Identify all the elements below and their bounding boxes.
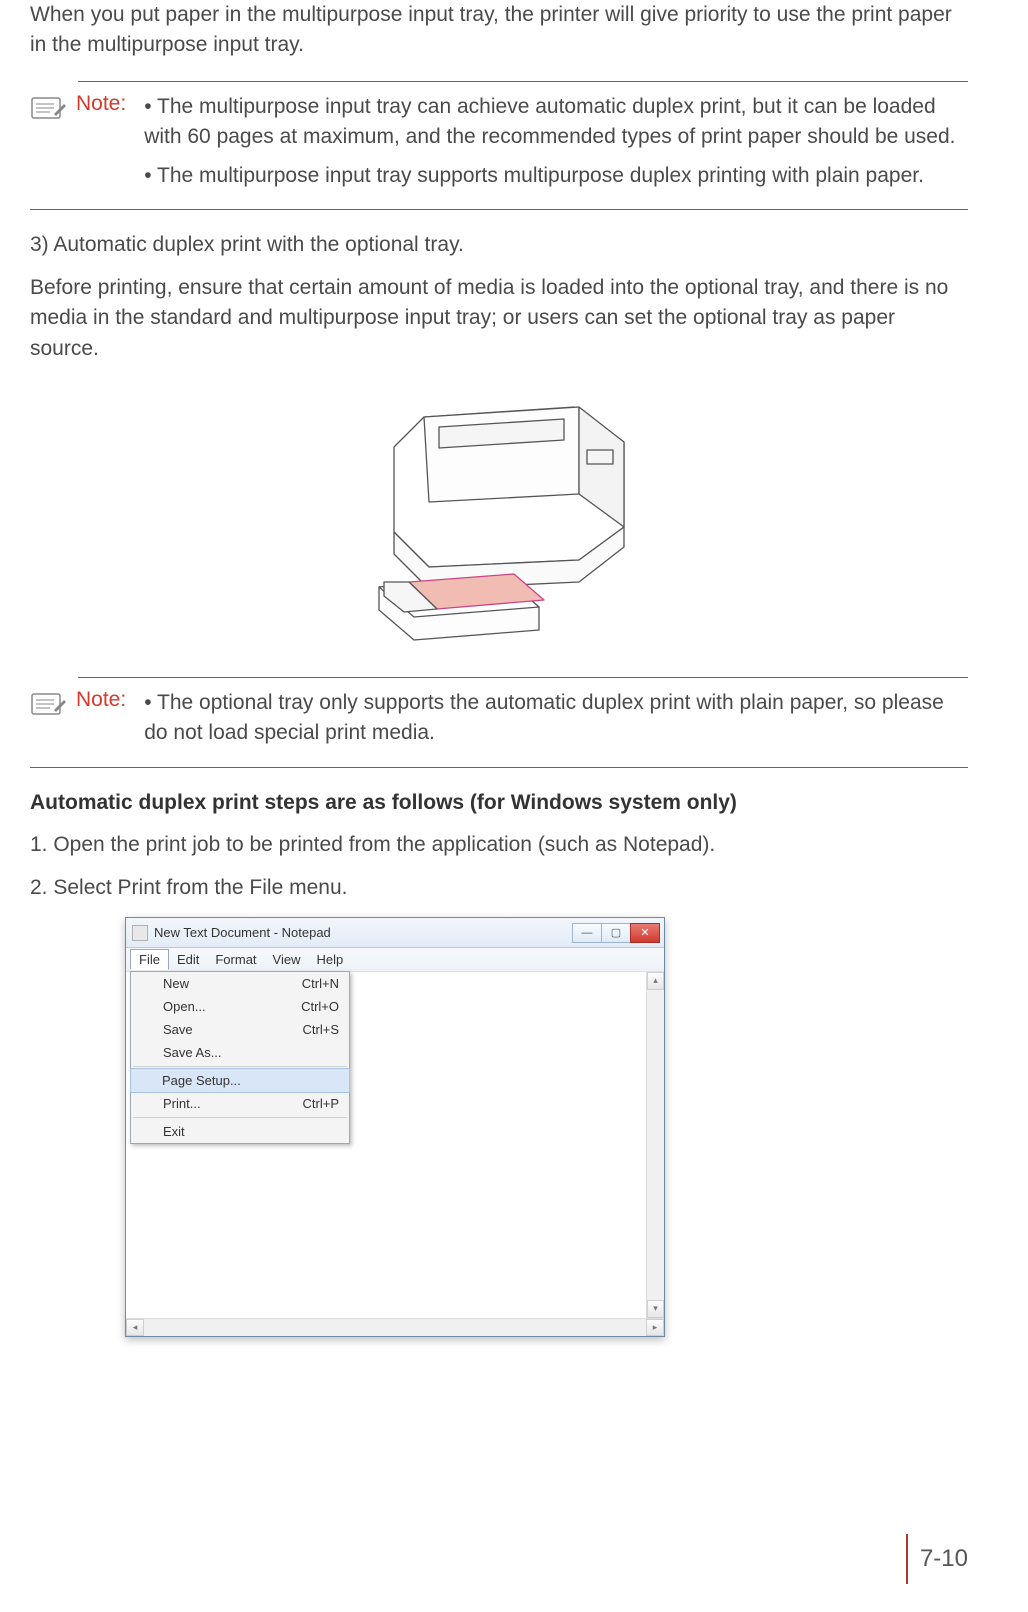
page-number: 7-10	[920, 1545, 968, 1573]
menu-separator	[133, 1117, 347, 1118]
minimize-button[interactable]: —	[572, 923, 602, 943]
scroll-right-icon[interactable]: ▸	[646, 1319, 664, 1336]
note-block-2: Note: • The optional tray only supports …	[30, 677, 968, 768]
menu-save-as[interactable]: Save As...	[131, 1041, 349, 1064]
step-1: 1. Open the print job to be printed from…	[30, 830, 968, 860]
page-footer: 7-10	[906, 1534, 968, 1584]
note-block-1: Note: • The multipurpose input tray can …	[30, 81, 968, 210]
label: Save	[163, 1022, 193, 1037]
menu-view[interactable]: View	[265, 950, 309, 969]
window-title: New Text Document - Notepad	[154, 925, 573, 940]
menu-save[interactable]: Save Ctrl+S	[131, 1018, 349, 1041]
menu-edit[interactable]: Edit	[169, 950, 207, 969]
note-body: • The optional tray only supports the au…	[144, 688, 968, 757]
menu-file[interactable]: File	[130, 949, 169, 970]
scroll-down-icon[interactable]: ▾	[647, 1300, 664, 1318]
menubar: File Edit Format View Help	[126, 948, 664, 972]
maximize-button[interactable]: ▢	[601, 923, 631, 943]
file-dropdown: New Ctrl+N Open... Ctrl+O Save Ctrl+S Save …	[130, 971, 350, 1144]
note2-bottom-rule	[30, 767, 968, 768]
horizontal-scrollbar[interactable]: ◂ ▸	[126, 1318, 664, 1336]
step3-body: Before printing, ensure that certain amo…	[30, 273, 968, 364]
label: Save As...	[163, 1045, 222, 1060]
notepad-screenshot: New Text Document - Notepad — ▢ ✕ File E…	[125, 917, 968, 1337]
menu-page-setup[interactable]: Page Setup...	[130, 1068, 350, 1093]
auto-heading: Automatic duplex print steps are as foll…	[30, 788, 968, 818]
shortcut: Ctrl+N	[302, 976, 339, 991]
note1-bullet1: • The multipurpose input tray can achiev…	[144, 92, 968, 153]
menu-open[interactable]: Open... Ctrl+O	[131, 995, 349, 1018]
notepad-app-icon	[132, 925, 148, 941]
scroll-left-icon[interactable]: ◂	[126, 1319, 144, 1336]
titlebar: New Text Document - Notepad — ▢ ✕	[126, 918, 664, 948]
label: Page Setup...	[162, 1073, 241, 1088]
note-label: Note:	[76, 688, 126, 712]
step3-heading: 3) Automatic duplex print with the optio…	[30, 230, 968, 260]
note-icon	[30, 94, 68, 129]
label: Print...	[163, 1096, 201, 1111]
step-2: 2. Select Print from the File menu.	[30, 873, 968, 903]
notepad-window: New Text Document - Notepad — ▢ ✕ File E…	[125, 917, 665, 1337]
shortcut: Ctrl+P	[303, 1096, 339, 1111]
note1-bullet2: • The multipurpose input tray supports m…	[144, 161, 968, 191]
menu-format[interactable]: Format	[207, 950, 264, 969]
intro-paragraph: When you put paper in the multipurpose i…	[30, 0, 968, 61]
note-body: • The multipurpose input tray can achiev…	[144, 92, 968, 199]
footer-rule	[906, 1534, 908, 1584]
menu-new[interactable]: New Ctrl+N	[131, 972, 349, 995]
note2-bullet1: • The optional tray only supports the au…	[144, 688, 968, 749]
label: Open...	[163, 999, 206, 1014]
label: Exit	[163, 1124, 185, 1139]
label: New	[163, 976, 189, 991]
note-bottom-rule	[30, 209, 968, 210]
shortcut: Ctrl+O	[301, 999, 339, 1014]
printer-illustration	[30, 382, 968, 657]
note-top-rule	[78, 81, 968, 82]
note-label: Note:	[76, 92, 126, 116]
note-icon	[30, 690, 68, 725]
menu-separator	[133, 1066, 347, 1067]
menu-print[interactable]: Print... Ctrl+P	[131, 1092, 349, 1115]
editor-area[interactable]: New Ctrl+N Open... Ctrl+O Save Ctrl+S Save …	[126, 972, 664, 1336]
menu-exit[interactable]: Exit	[131, 1120, 349, 1143]
close-button[interactable]: ✕	[630, 923, 660, 943]
scroll-up-icon[interactable]: ▴	[647, 972, 664, 990]
shortcut: Ctrl+S	[303, 1022, 339, 1037]
note2-top-rule	[78, 677, 968, 678]
vertical-scrollbar[interactable]: ▴ ▾	[646, 972, 664, 1318]
menu-help[interactable]: Help	[308, 950, 351, 969]
